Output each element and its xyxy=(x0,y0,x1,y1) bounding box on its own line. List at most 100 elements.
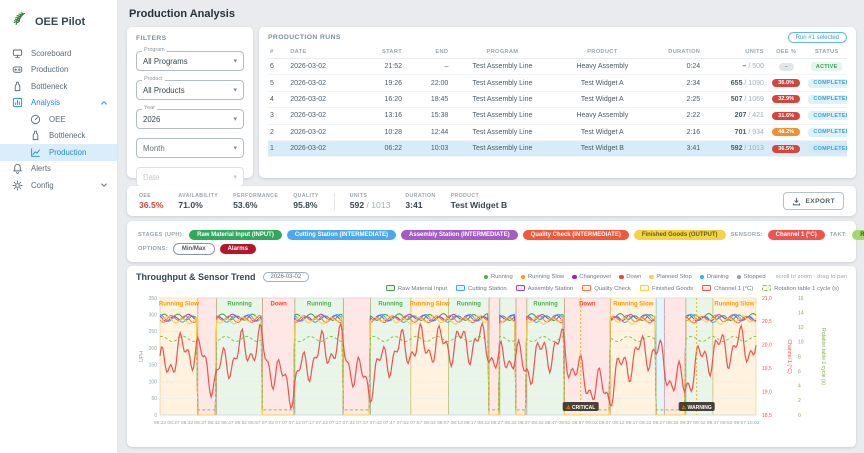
production-runs-panel: PRODUCTION RUNS Run #1 selected #DATESTA… xyxy=(259,27,856,178)
svg-text:10: 10 xyxy=(798,340,804,346)
svg-text:100: 100 xyxy=(149,379,158,385)
series-legend-item[interactable]: Cutting Station xyxy=(456,285,507,292)
stage-chip[interactable]: Raw Material Input (INPUT) xyxy=(189,230,282,240)
divider xyxy=(334,193,335,210)
status-legend-down: Down xyxy=(619,274,641,280)
filter-select-month[interactable]: Month▾ xyxy=(136,138,244,158)
sidebar-item-label: Bottleneck xyxy=(49,131,85,140)
oee-pill: 32.9% xyxy=(772,95,800,103)
sidebar-item-oee[interactable]: OEE xyxy=(0,111,117,128)
sidebar-item-bottleneck[interactable]: Bottleneck xyxy=(0,128,117,145)
bottle-icon xyxy=(30,130,41,141)
sidebar-item-bottleneck[interactable]: Bottleneck xyxy=(0,78,117,95)
run-row[interactable]: 22026-03-0210:2812:44Test Assembly LineT… xyxy=(268,124,847,140)
oee-pill: 48.2% xyxy=(772,128,800,136)
filters-panel: FILTERS ProgramAll Programs▾ProductAll P… xyxy=(127,27,253,178)
col-header: START xyxy=(358,46,404,59)
sidebar-item-label: Production xyxy=(31,65,68,74)
oee-pill: 31.6% xyxy=(772,112,800,120)
series-legend-item[interactable]: Raw Material Input xyxy=(386,285,447,292)
stage-chip[interactable]: Quality Check (INTERMEDIATE) xyxy=(523,230,629,240)
svg-text:08:17: 08:17 xyxy=(464,420,477,426)
series-legend-item[interactable]: Rotation table 1 cycle (s) xyxy=(762,285,839,292)
takt-chip[interactable]: Rotation table 1 cycle (s) xyxy=(852,230,864,240)
chevron-down-icon: ▾ xyxy=(233,115,237,123)
export-icon xyxy=(792,197,801,206)
export-button[interactable]: EXPORT xyxy=(783,192,844,210)
trend-chart[interactable]: Running SlowRunningDownRunningRunningRun… xyxy=(136,293,850,435)
svg-text:6: 6 xyxy=(798,369,801,375)
svg-text:09:32: 09:32 xyxy=(666,420,679,426)
status-legend-draining: Draining xyxy=(700,274,729,280)
sidebar-item-analysis[interactable]: Analysis xyxy=(0,95,117,112)
svg-text:200: 200 xyxy=(149,346,158,352)
takt-label: TAKT: xyxy=(830,232,848,238)
filter-select-product[interactable]: ProductAll Products▾ xyxy=(136,80,244,100)
status-legend: RunningRunning SlowChangeoverDownPlanned… xyxy=(484,274,766,280)
col-header: # xyxy=(268,46,288,59)
svg-text:09:27: 09:27 xyxy=(653,420,666,426)
series-legend-item[interactable]: Finished Goods xyxy=(640,285,693,292)
sidebar-item-alerts[interactable]: Alerts xyxy=(0,161,117,178)
svg-text:20,0: 20,0 xyxy=(762,343,772,349)
status-badge: COMPLETED xyxy=(808,79,847,88)
svg-text:19,0: 19,0 xyxy=(762,389,772,395)
export-label: EXPORT xyxy=(805,198,835,205)
col-header: UNITS xyxy=(702,46,766,59)
svg-text:06:32: 06:32 xyxy=(181,420,194,426)
stage-chip[interactable]: Finished Goods (OUTPUT) xyxy=(634,230,726,240)
sidebar-item-production[interactable]: Production xyxy=(0,144,117,161)
svg-text:2: 2 xyxy=(798,398,801,404)
svg-text:09:42: 09:42 xyxy=(693,420,706,426)
svg-text:07:07: 07:07 xyxy=(275,420,288,426)
filter-label: Product xyxy=(142,77,165,82)
stage-chip[interactable]: Cutting Station (INTERMEDIATE) xyxy=(287,230,396,240)
sidebar-item-production[interactable]: Production xyxy=(0,62,117,79)
sensors-label: SENSORS: xyxy=(731,232,763,238)
run-row[interactable]: 62026-03-0221:52–Test Assembly LineHeavy… xyxy=(268,59,847,75)
svg-text:250: 250 xyxy=(149,329,158,335)
sensor-chip[interactable]: Channel 1 (°C) xyxy=(768,230,825,240)
chart-panel: Throughput & Sensor Trend 2026-03-02 Run… xyxy=(127,266,856,447)
option-chip[interactable]: Min/Max xyxy=(173,243,215,255)
alarm-badge-warning: ⚠ WARNING xyxy=(679,402,715,411)
svg-text:08:12: 08:12 xyxy=(451,420,464,426)
svg-text:07:17: 07:17 xyxy=(302,420,315,426)
col-header: DATE xyxy=(288,46,357,59)
kpi-availability: AVAILABILITY71.0% xyxy=(178,193,218,210)
col-header: END xyxy=(404,46,450,59)
scoreboard-icon xyxy=(12,48,23,59)
run-row[interactable]: 42026-03-0216:2018:45Test Assembly LineT… xyxy=(268,91,847,107)
filter-select-year[interactable]: Year2026▾ xyxy=(136,109,244,129)
filter-select-program[interactable]: ProgramAll Programs▾ xyxy=(136,51,244,71)
stage-chip[interactable]: Assembly Station (INTERMEDIATE) xyxy=(401,230,518,240)
svg-text:0: 0 xyxy=(154,413,157,419)
sidebar-item-config[interactable]: Config xyxy=(0,177,117,194)
svg-text:08:22: 08:22 xyxy=(477,420,490,426)
svg-text:Running Slow: Running Slow xyxy=(714,302,754,308)
svg-text:06:27: 06:27 xyxy=(167,420,180,426)
series-legend-item[interactable]: Channel 1 (°C) xyxy=(702,285,753,292)
status-legend-stopped: Stopped xyxy=(737,274,766,280)
chevron-up-icon[interactable] xyxy=(100,99,108,107)
svg-text:300: 300 xyxy=(149,313,158,319)
series-legend-item[interactable]: Assembly Station xyxy=(516,285,574,292)
svg-text:06:52: 06:52 xyxy=(235,420,248,426)
runs-title: PRODUCTION RUNS xyxy=(268,34,341,41)
runs-table: #DATESTARTENDPROGRAMPRODUCTDURATIONUNITS… xyxy=(268,46,847,157)
svg-text:09:57: 09:57 xyxy=(734,420,747,426)
run-row[interactable]: 32026-03-0213:1615:38Test Assembly LineH… xyxy=(268,108,847,124)
filter-value: Month xyxy=(143,144,165,153)
run-row[interactable]: 12026-03-0206:2210:03Test Assembly LineT… xyxy=(268,140,847,156)
series-legend-item[interactable]: Quality Check xyxy=(582,285,631,292)
chevron-down-icon[interactable] xyxy=(100,181,108,189)
status-legend-changeover: Changeover xyxy=(572,274,611,280)
svg-text:UPH: UPH xyxy=(139,351,145,362)
sidebar-nav: ScoreboardProductionBottleneckAnalysisOE… xyxy=(0,45,117,194)
sidebar-item-scoreboard[interactable]: Scoreboard xyxy=(0,45,117,62)
option-chip[interactable]: Alarms xyxy=(220,244,256,254)
svg-text:10:02: 10:02 xyxy=(747,420,760,426)
analysis-icon xyxy=(12,97,23,108)
run-row[interactable]: 52026-03-0219:2622:00Test Assembly LineT… xyxy=(268,75,847,91)
svg-text:08:37: 08:37 xyxy=(518,420,531,426)
